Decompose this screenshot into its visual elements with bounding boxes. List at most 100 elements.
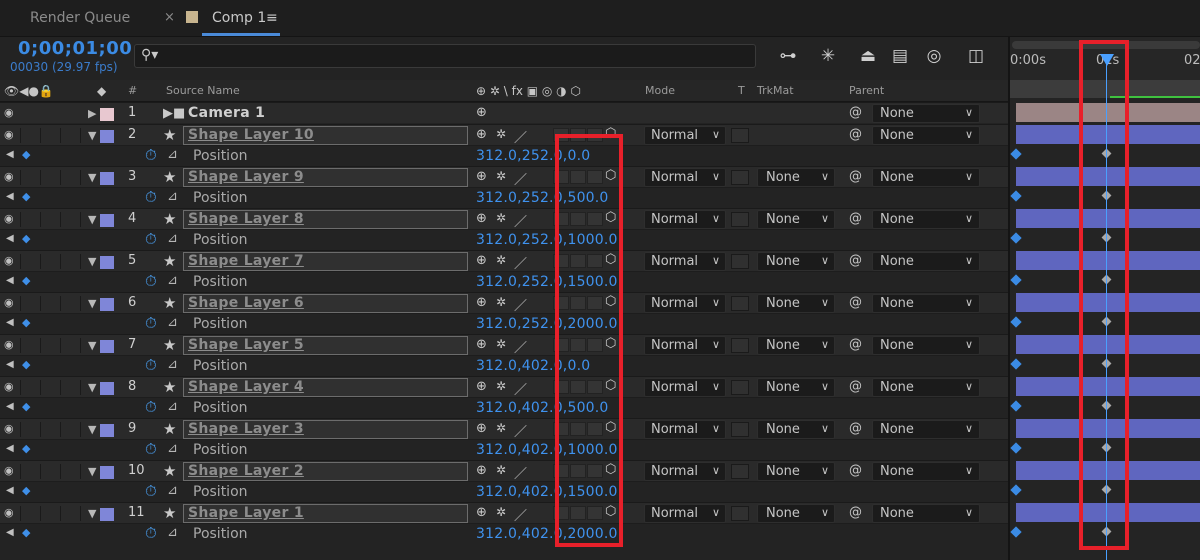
trkmat-dropdown[interactable]: None ∨ (757, 462, 835, 481)
collapse-switch-icon[interactable]: ✲ (496, 505, 506, 519)
preserve-transparency-checkbox[interactable] (731, 128, 749, 143)
shy-switch-icon[interactable]: ⊕ (476, 505, 487, 520)
parent-pickwhip-icon[interactable]: @ (849, 379, 862, 394)
label-color-swatch[interactable] (100, 298, 114, 311)
quality-switch-icon[interactable]: ／ (514, 253, 527, 272)
parent-pickwhip-icon[interactable]: @ (849, 295, 862, 310)
position-property-row[interactable]: ◀ ◆ ⏱ ⊿ Position 312.0,402.0,2000.0 (0, 523, 1008, 544)
preserve-transparency-checkbox[interactable] (731, 380, 749, 395)
graph-editor-icon[interactable]: ◫ (964, 44, 988, 68)
layer-row[interactable]: ◉ ▼ 2 ★ Shape Layer 10 ⊕ ✲ ／ ⬡ Normal ∨ @ None ∨ (0, 124, 1008, 146)
keyframe-diamond-icon[interactable]: ◆ (22, 526, 30, 539)
quality-switch-icon[interactable]: ／ (514, 505, 527, 524)
position-property-row[interactable]: ◀ ◆ ⏱ ⊿ Position 312.0,252.0,0.0 (0, 145, 1008, 166)
quality-switch-icon[interactable]: ／ (514, 421, 527, 440)
trkmat-dropdown[interactable]: None ∨ (757, 420, 835, 439)
shy-switch-icon[interactable]: ⊕ (476, 421, 487, 436)
layer-search-input[interactable]: ⚲▾ (134, 44, 756, 68)
label-color-swatch[interactable] (100, 424, 114, 437)
collapse-switch-icon[interactable]: ✲ (496, 337, 506, 351)
layer-row[interactable]: ◉ ▼ 8 ★ Shape Layer 4 ⊕ ✲ ／ ⬡ Normal ∨ None ∨ @ None ∨ (0, 376, 1008, 398)
preserve-transparency-checkbox[interactable] (731, 338, 749, 353)
keyframe-nav-prev-icon[interactable]: ◀ (6, 527, 14, 538)
layer-row[interactable]: ◉ ▼ 3 ★ Shape Layer 9 ⊕ ✲ ／ ⬡ Normal ∨ None ∨ @ None ∨ (0, 166, 1008, 188)
keyframe-diamond-icon[interactable]: ◆ (22, 400, 30, 413)
keyframe-nav-prev-icon[interactable]: ◀ (6, 485, 14, 496)
position-property-row[interactable]: ◀ ◆ ⏱ ⊿ Position 312.0,252.0,2000.0 (0, 313, 1008, 334)
position-property-row[interactable]: ◀ ◆ ⏱ ⊿ Position 312.0,252.0,1000.0 (0, 229, 1008, 250)
graph-icon[interactable]: ⊿ (167, 357, 178, 372)
quality-switch-icon[interactable]: ／ (514, 127, 527, 146)
layer-row[interactable]: ◉ ▼ 11 ★ Shape Layer 1 ⊕ ✲ ／ ⬡ Normal ∨ None ∨ @ None ∨ (0, 502, 1008, 524)
layer-row[interactable]: ◉ ▼ 9 ★ Shape Layer 3 ⊕ ✲ ／ ⬡ Normal ∨ None ∨ @ None ∨ (0, 418, 1008, 440)
layer-row-camera[interactable]: ◉ ▶ 1 ▶■ Camera 1 ⊕ @ None ∨ (0, 102, 1008, 123)
collapse-triangle-icon[interactable]: ▼ (88, 297, 96, 310)
parent-pickwhip-icon[interactable]: @ (849, 211, 862, 226)
collapse-triangle-icon[interactable]: ▼ (88, 255, 96, 268)
label-color-swatch[interactable] (100, 214, 114, 227)
collapse-triangle-icon[interactable]: ▼ (88, 423, 96, 436)
label-color-swatch[interactable] (100, 466, 114, 479)
tab-comp-1[interactable]: × Comp 1 ≡ (164, 0, 280, 36)
current-time-display[interactable]: 0;00;01;00 (18, 38, 132, 59)
layer-name-field[interactable]: Shape Layer 9 (183, 168, 468, 187)
graph-icon[interactable]: ⊿ (167, 483, 178, 498)
layer-name-field[interactable]: Shape Layer 8 (183, 210, 468, 229)
collapse-triangle-icon[interactable]: ▼ (88, 465, 96, 478)
eye-icon[interactable]: ◉ (4, 296, 14, 309)
parent-dropdown[interactable]: None ∨ (872, 210, 980, 229)
graph-icon[interactable]: ⊿ (167, 399, 178, 414)
layer-name-field[interactable]: Shape Layer 10 (183, 126, 468, 145)
layer-name-field[interactable]: Shape Layer 1 (183, 504, 468, 523)
parent-pickwhip-icon[interactable]: @ (849, 421, 862, 436)
position-property-row[interactable]: ◀ ◆ ⏱ ⊿ Position 312.0,402.0,0.0 (0, 355, 1008, 376)
source-name-header[interactable]: Source Name (166, 84, 240, 97)
label-color-swatch[interactable] (100, 130, 114, 143)
blend-mode-dropdown[interactable]: Normal ∨ (644, 168, 726, 187)
motion-blur-icon[interactable]: ◎ (922, 44, 946, 68)
parent-dropdown[interactable]: None ∨ (872, 294, 980, 313)
keyframe-nav-prev-icon[interactable]: ◀ (6, 443, 14, 454)
quality-switch-icon[interactable]: ／ (514, 295, 527, 314)
collapse-triangle-icon[interactable]: ▼ (88, 129, 96, 142)
eye-icon[interactable]: ◉ (4, 422, 14, 435)
collapse-switch-icon[interactable]: ✲ (496, 295, 506, 309)
label-color-swatch[interactable] (100, 340, 114, 353)
preserve-transparency-checkbox[interactable] (731, 212, 749, 227)
layer-row[interactable]: ◉ ▼ 5 ★ Shape Layer 7 ⊕ ✲ ／ ⬡ Normal ∨ None ∨ @ None ∨ (0, 250, 1008, 272)
eye-icon[interactable]: ◉ (4, 128, 14, 141)
keyframe-diamond-icon[interactable]: ◆ (22, 484, 30, 497)
layer-row[interactable]: ◉ ▼ 4 ★ Shape Layer 8 ⊕ ✲ ／ ⬡ Normal ∨ None ∨ @ None ∨ (0, 208, 1008, 230)
preserve-transparency-checkbox[interactable] (731, 254, 749, 269)
collapse-switch-icon[interactable]: ✲ (496, 211, 506, 225)
collapse-switch-icon[interactable]: ✲ (496, 169, 506, 183)
blend-mode-dropdown[interactable]: Normal ∨ (644, 210, 726, 229)
keyframe-start[interactable] (1010, 316, 1022, 328)
trkmat-dropdown[interactable]: None ∨ (757, 336, 835, 355)
parent-pickwhip-icon[interactable]: @ (849, 463, 862, 478)
layer-name-field[interactable]: Shape Layer 5 (183, 336, 468, 355)
keyframe-diamond-icon[interactable]: ◆ (22, 190, 30, 203)
quality-switch-icon[interactable]: ／ (514, 337, 527, 356)
keyframe-start[interactable] (1010, 400, 1022, 412)
blend-mode-dropdown[interactable]: Normal ∨ (644, 336, 726, 355)
close-tab-icon[interactable]: × (164, 0, 175, 36)
blend-mode-dropdown[interactable]: Normal ∨ (644, 462, 726, 481)
collapse-triangle-icon[interactable]: ▼ (88, 339, 96, 352)
shy-switch-icon[interactable]: ⊕ (476, 127, 487, 142)
preserve-transparency-checkbox[interactable] (731, 170, 749, 185)
shy-switch-icon[interactable]: ⊕ (476, 211, 487, 226)
trkmat-dropdown[interactable]: None ∨ (757, 210, 835, 229)
stopwatch-icon[interactable]: ⏱ (145, 398, 157, 416)
quality-switch-icon[interactable]: ／ (514, 379, 527, 398)
label-color-swatch[interactable] (100, 172, 114, 185)
blend-mode-dropdown[interactable]: Normal ∨ (644, 420, 726, 439)
keyframe-start[interactable] (1010, 358, 1022, 370)
expand-triangle-icon[interactable]: ▶ (88, 107, 96, 120)
frame-blending-icon[interactable]: ▤ (888, 44, 912, 68)
collapse-triangle-icon[interactable]: ▼ (88, 171, 96, 184)
collapse-triangle-icon[interactable]: ▼ (88, 381, 96, 394)
parent-dropdown[interactable]: None ∨ (872, 378, 980, 397)
graph-icon[interactable]: ⊿ (167, 441, 178, 456)
shy-switch-icon[interactable]: ⊕ (476, 295, 487, 310)
